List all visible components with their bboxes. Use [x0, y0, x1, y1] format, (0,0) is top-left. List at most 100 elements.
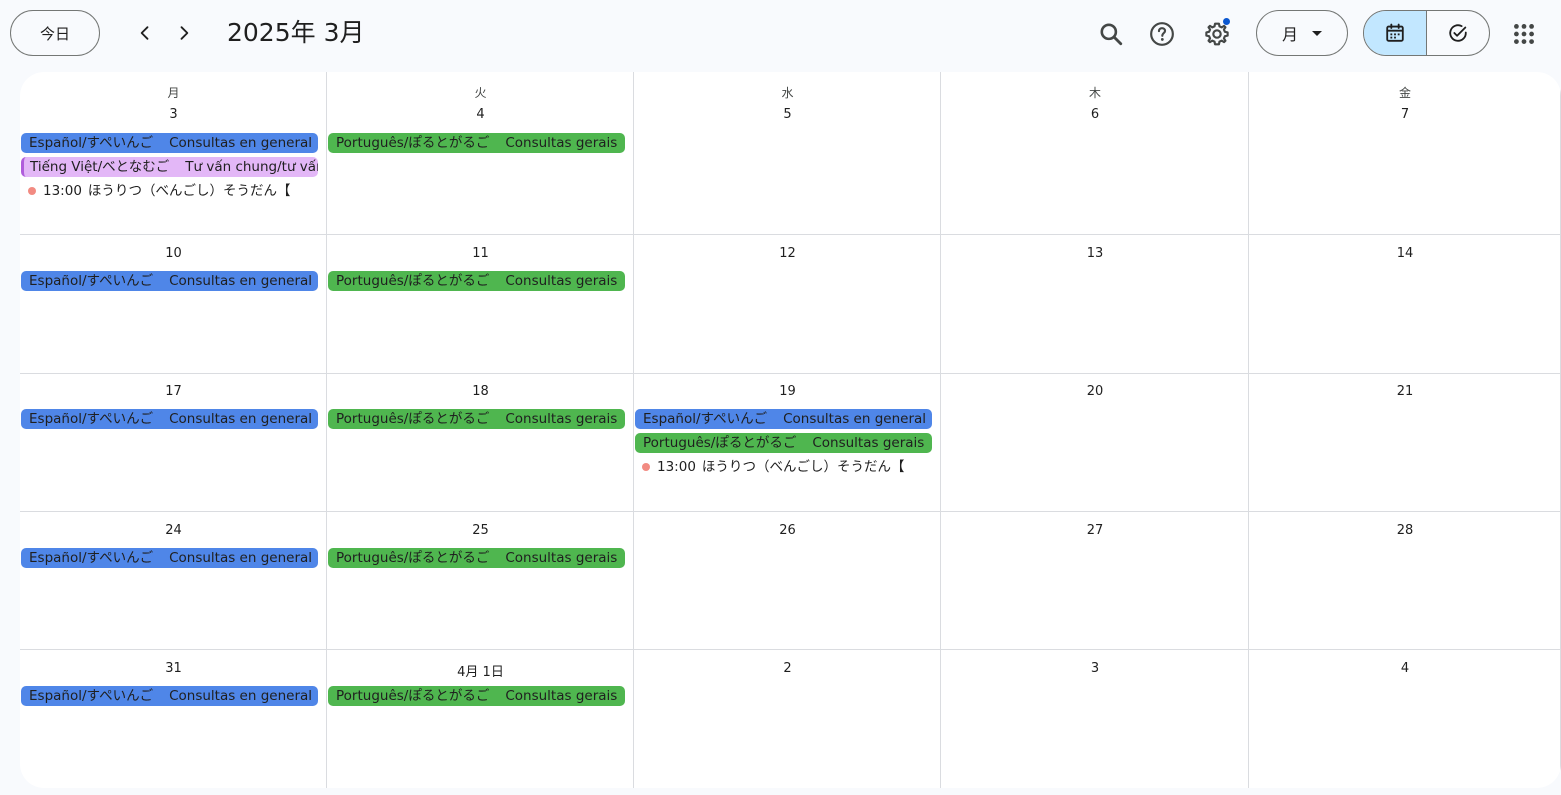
date-number[interactable]: 4 — [476, 107, 484, 122]
all-day-event[interactable]: Español/すぺいんご Consultas en general — [21, 686, 318, 706]
event-detail: Consultas en general — [783, 411, 927, 427]
all-day-event[interactable]: Português/ぽるとがるご Consultas gerais — [328, 133, 625, 153]
event-detail: Consultas gerais — [505, 688, 618, 704]
event-detail: Consultas en general — [169, 688, 313, 704]
weekday-header: 火 — [474, 86, 487, 100]
all-day-event[interactable]: Español/すぺいんご Consultas en general — [635, 409, 932, 429]
check-circle-icon — [1449, 24, 1467, 42]
date-number[interactable]: 2 — [783, 661, 791, 676]
week-divider — [20, 373, 1561, 374]
settings-button[interactable] — [1196, 13, 1238, 55]
date-number[interactable]: 24 — [165, 523, 182, 538]
date-number[interactable]: 27 — [1087, 523, 1104, 538]
notification-dot — [1223, 18, 1230, 25]
view-select-dropdown[interactable]: 月 — [1256, 10, 1348, 56]
timed-event[interactable]: 13:00 ほうりつ（べんごし）そうだん【 — [642, 457, 931, 477]
event-title: Español/すぺいんご — [29, 411, 154, 427]
search-icon — [1100, 23, 1123, 46]
event-title: Español/すぺいんご — [29, 688, 154, 704]
tasks-view-button[interactable] — [1427, 11, 1489, 55]
prev-month-button[interactable] — [128, 16, 162, 50]
all-day-event[interactable]: Español/すぺいんご Consultas en general — [21, 271, 318, 291]
event-detail: Consultas gerais — [505, 550, 618, 566]
all-day-event[interactable]: Tiếng Việt/べとなむご Tư vấn chung/tư vấn — [21, 157, 318, 177]
chevron-down-icon — [1312, 30, 1322, 36]
calendar-view-button[interactable] — [1364, 11, 1426, 55]
day-column — [941, 72, 1249, 788]
event-title: Português/ぽるとがるご — [643, 435, 797, 451]
date-number[interactable]: 14 — [1397, 246, 1414, 261]
date-number[interactable]: 13 — [1087, 246, 1104, 261]
date-number[interactable]: 20 — [1087, 384, 1104, 399]
weekday-header: 木 — [1088, 86, 1102, 100]
event-detail: Tư vấn chung/tư vấn — [185, 159, 318, 175]
date-number[interactable]: 18 — [472, 384, 489, 399]
event-detail: Consultas gerais — [812, 435, 925, 451]
event-title: Español/すぺいんご — [29, 135, 154, 151]
date-number[interactable]: 12 — [779, 246, 796, 261]
all-day-event[interactable]: Español/すぺいんご Consultas en general — [21, 409, 318, 429]
date-number[interactable]: 4 — [1401, 661, 1409, 676]
help-button[interactable] — [1141, 13, 1183, 55]
weekday-header: 水 — [781, 86, 794, 100]
week-divider — [20, 649, 1561, 650]
all-day-event[interactable]: Português/ぽるとがるご Consultas gerais — [328, 409, 625, 429]
event-dot — [642, 463, 650, 471]
event-title: Español/すぺいんご — [29, 273, 154, 289]
date-number[interactable]: 7 — [1401, 107, 1409, 122]
event-time: 13:00 — [657, 459, 696, 475]
date-number[interactable]: 19 — [779, 384, 796, 399]
all-day-event[interactable]: Português/ぽるとがるご Consultas gerais — [328, 271, 625, 291]
date-number[interactable]: 10 — [165, 246, 182, 261]
date-number[interactable]: 21 — [1397, 384, 1414, 399]
date-number[interactable]: 26 — [779, 523, 796, 538]
date-number[interactable]: 31 — [165, 661, 182, 676]
week-divider — [20, 234, 1561, 235]
view-select-label: 月 — [1281, 25, 1298, 44]
day-column — [20, 72, 327, 788]
today-button[interactable]: 今日 — [10, 10, 100, 56]
day-column — [1249, 72, 1561, 788]
date-number[interactable]: 4月 1日 — [457, 661, 504, 680]
timed-event[interactable]: 13:00 ほうりつ（べんごし）そうだん【 — [28, 181, 317, 201]
help-icon — [1150, 22, 1174, 46]
day-column — [327, 72, 634, 788]
event-title: Español/すぺいんご — [29, 550, 154, 566]
event-detail: Consultas en general — [169, 135, 313, 151]
event-title: ほうりつ（べんごし）そうだん【 — [701, 459, 905, 475]
apps-button[interactable] — [1503, 13, 1545, 55]
search-button[interactable] — [1090, 13, 1132, 55]
event-title: Español/すぺいんご — [643, 411, 768, 427]
all-day-event[interactable]: Español/すぺいんご Consultas en general — [21, 548, 318, 568]
next-month-button[interactable] — [167, 16, 201, 50]
event-detail: Consultas gerais — [505, 411, 618, 427]
event-title: Português/ぽるとがるご — [336, 688, 490, 704]
date-number[interactable]: 11 — [472, 246, 489, 261]
month-grid: 月 火 水 木 金 3 Español/すぺいんご Consultas en general T… — [20, 72, 1561, 788]
date-number[interactable]: 25 — [472, 523, 489, 538]
date-number[interactable]: 5 — [783, 107, 791, 122]
weekday-header: 金 — [1398, 86, 1412, 100]
all-day-event[interactable]: Português/ぽるとがるご Consultas gerais — [635, 433, 932, 453]
event-detail: Consultas en general — [169, 550, 313, 566]
all-day-event[interactable]: Español/すぺいんご Consultas en general — [21, 133, 318, 153]
date-number[interactable]: 6 — [1091, 107, 1099, 122]
event-dot — [28, 187, 36, 195]
all-day-event[interactable]: Português/ぽるとがるご Consultas gerais — [328, 548, 625, 568]
date-number[interactable]: 17 — [165, 384, 182, 399]
all-day-event[interactable]: Português/ぽるとがるご Consultas gerais — [328, 686, 625, 706]
event-title: ほうりつ（べんごし）そうだん【 — [87, 183, 291, 199]
top-toolbar: 今日 2025年 3月 月 — [0, 0, 1561, 68]
event-title: Português/ぽるとがるご — [336, 411, 490, 427]
event-title: Português/ぽるとがるご — [336, 273, 490, 289]
date-number[interactable]: 3 — [169, 107, 177, 122]
date-number[interactable]: 3 — [1091, 661, 1099, 676]
event-detail: Consultas gerais — [505, 273, 618, 289]
weekday-header: 月 — [167, 86, 180, 100]
chevron-right-icon — [180, 26, 189, 40]
event-detail: Consultas gerais — [505, 135, 618, 151]
calendar-icon — [1386, 23, 1404, 42]
day-column — [634, 72, 941, 788]
date-number[interactable]: 28 — [1397, 523, 1414, 538]
event-title: Português/ぽるとがるご — [336, 550, 490, 566]
